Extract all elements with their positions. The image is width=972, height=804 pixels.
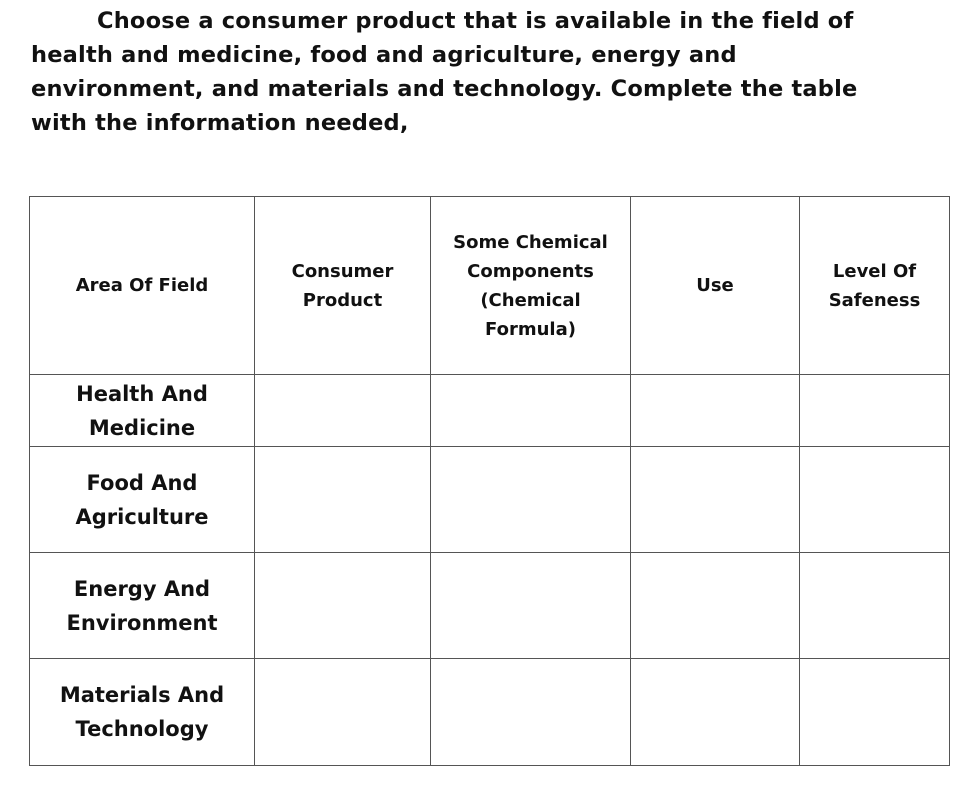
header-area-of-field: Area Of Field — [29, 196, 255, 375]
header-text: Safeness — [828, 289, 921, 311]
field-cell: Health And Medicine — [29, 374, 255, 447]
safeness-cell[interactable] — [799, 374, 950, 447]
use-cell[interactable] — [630, 658, 800, 766]
field-text: Health And — [76, 381, 208, 406]
header-level-of-safeness: Level Of Safeness — [799, 196, 950, 375]
table-row: Energy And Environment — [29, 552, 950, 659]
safeness-cell[interactable] — [799, 446, 950, 553]
header-chemical-components: Some Chemical Components (Chemical Formu… — [430, 196, 631, 375]
instructions-line-3: environment, and materials and technolog… — [31, 76, 858, 102]
use-cell[interactable] — [630, 552, 800, 659]
field-text: Environment — [66, 610, 218, 635]
consumer-product-cell[interactable] — [254, 658, 431, 766]
chemical-components-cell[interactable] — [430, 446, 631, 553]
instructions-line-2: health and medicine, food and agricultur… — [31, 42, 737, 68]
header-use: Use — [630, 196, 800, 375]
header-text: Some Chemical — [453, 231, 608, 253]
table-row: Materials And Technology — [29, 658, 950, 766]
header-text: (Chemical — [480, 289, 581, 311]
header-text: Use — [696, 275, 734, 296]
header-text: Level Of — [832, 260, 917, 282]
chemical-components-cell[interactable] — [430, 374, 631, 447]
field-text: Food And — [86, 470, 198, 495]
field-cell: Materials And Technology — [29, 658, 255, 766]
safeness-cell[interactable] — [799, 552, 950, 659]
table-row: Health And Medicine — [29, 374, 950, 447]
field-text: Materials And — [59, 683, 225, 707]
use-cell[interactable] — [630, 374, 800, 447]
use-cell[interactable] — [630, 446, 800, 553]
chemical-components-cell[interactable] — [430, 658, 631, 766]
header-text: Product — [302, 289, 383, 311]
field-text: Agriculture — [75, 504, 209, 529]
table-row: Food And Agriculture — [29, 446, 950, 553]
chemical-components-cell[interactable] — [430, 552, 631, 659]
safeness-cell[interactable] — [799, 658, 950, 766]
header-text: Components — [467, 260, 594, 282]
header-text: Consumer — [291, 260, 394, 282]
instructions-paragraph: Choose a consumer product that is availa… — [31, 4, 931, 140]
consumer-product-cell[interactable] — [254, 446, 431, 553]
header-text: Area Of Field — [75, 275, 209, 296]
field-cell: Food And Agriculture — [29, 446, 255, 553]
header-consumer-product: Consumer Product — [254, 196, 431, 375]
field-text: Technology — [75, 717, 209, 741]
header-text: Formula) — [485, 318, 576, 340]
header-row: Area Of Field Consumer Product Some Chem… — [29, 196, 950, 375]
instructions-line-1: Choose a consumer product that is availa… — [97, 8, 854, 34]
field-text: Medicine — [88, 415, 196, 440]
instructions-line-4: with the information needed, — [31, 110, 409, 136]
consumer-product-cell[interactable] — [254, 374, 431, 447]
field-text: Energy And — [73, 576, 211, 601]
field-cell: Energy And Environment — [29, 552, 255, 659]
worksheet-table: Area Of Field Consumer Product Some Chem… — [29, 196, 950, 766]
consumer-product-cell[interactable] — [254, 552, 431, 659]
